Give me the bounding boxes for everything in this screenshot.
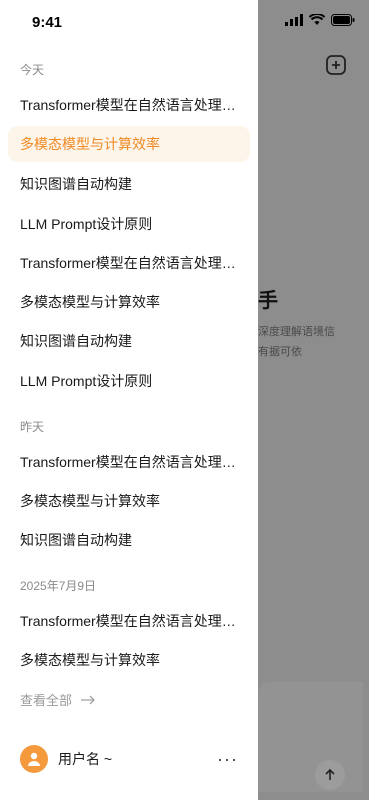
status-icons — [285, 14, 355, 26]
avatar[interactable] — [20, 745, 48, 773]
history-item[interactable]: 知识图谱自动构建 — [8, 323, 250, 359]
history-item[interactable]: 知识图谱自动构建 — [8, 522, 250, 558]
view-all-label: 查看全部 — [20, 693, 73, 708]
history-item[interactable]: LLM Prompt设计原则 — [8, 206, 250, 242]
user-name[interactable]: 用户名 ~ — [58, 749, 112, 769]
section-yesterday: 昨天 — [20, 420, 45, 434]
chat-input-area — [258, 682, 363, 792]
user-icon — [28, 752, 40, 766]
history-item-label: Transformer模型在自然语言处理中的应用 — [20, 454, 240, 470]
history-item[interactable]: Transformer模型在自然语言处理中的应用 — [8, 87, 250, 123]
history-item[interactable]: Transformer模型在自然语言处理中的应用 — [8, 603, 250, 639]
history-item-label: 多模态模型与计算效率 — [20, 652, 160, 668]
wifi-icon — [309, 14, 325, 25]
history-item-label: 知识图谱自动构建 — [20, 532, 132, 548]
history-item-label: LLM Prompt设计原则 — [20, 216, 153, 232]
user-profile-row[interactable]: 用户名 ~ ··· — [20, 744, 238, 774]
send-button[interactable] — [315, 760, 345, 790]
arrow-up-icon — [325, 768, 335, 780]
history-item-label: Transformer模型在自然语言处理中的应用 — [20, 97, 240, 113]
history-item[interactable]: 知识图谱自动构建 — [8, 166, 250, 202]
section-date: 2025年7月9日 — [20, 579, 97, 593]
history-item[interactable]: 多模态模型与计算效率 — [8, 483, 250, 519]
history-item-label: Transformer模型在自然语言处理中的应用 — [20, 255, 240, 271]
hero-title: 手 — [258, 290, 278, 312]
history-item-label: 知识图谱自动构建 — [20, 333, 132, 349]
history-item-label: 多模态模型与计算效率 — [20, 136, 160, 152]
battery-icon — [331, 14, 355, 26]
history-item[interactable]: 多模态模型与计算效率 — [8, 284, 250, 320]
history-item-label: 知识图谱自动构建 — [20, 176, 132, 192]
history-item[interactable]: 多模态模型与计算效率 — [8, 642, 250, 678]
history-item-label: 多模态模型与计算效率 — [20, 493, 160, 509]
hero-subtitle: 深度理解语境信 有据可依 — [258, 322, 335, 362]
view-all-link[interactable]: 查看全部 — [20, 690, 96, 709]
status-time: 9:41 — [32, 14, 63, 31]
history-item[interactable]: Transformer模型在自然语言处理中的应用 — [8, 245, 250, 281]
history-item-active[interactable]: 多模态模型与计算效率 — [8, 126, 250, 162]
more-options-icon[interactable]: ··· — [217, 750, 238, 768]
hero-subtitle-line2: 有据可依 — [258, 346, 302, 358]
history-item-label: 多模态模型与计算效率 — [20, 294, 160, 310]
history-item[interactable]: LLM Prompt设计原则 — [8, 363, 250, 399]
signal-icon — [285, 14, 303, 26]
history-item-label: LLM Prompt设计原则 — [20, 373, 153, 389]
hero-subtitle-line1: 深度理解语境信 — [258, 326, 335, 338]
history-item[interactable]: Transformer模型在自然语言处理中的应用 — [8, 444, 250, 480]
new-chat-icon — [326, 55, 346, 75]
arrow-right-icon — [81, 695, 95, 704]
new-chat-button[interactable] — [325, 54, 347, 76]
section-today: 今天 — [20, 63, 45, 77]
history-drawer: 9:41 今天 Transformer模型在自然语言处理中的应用 多模态模型与计… — [0, 0, 258, 800]
history-item-label: Transformer模型在自然语言处理中的应用 — [20, 613, 240, 629]
